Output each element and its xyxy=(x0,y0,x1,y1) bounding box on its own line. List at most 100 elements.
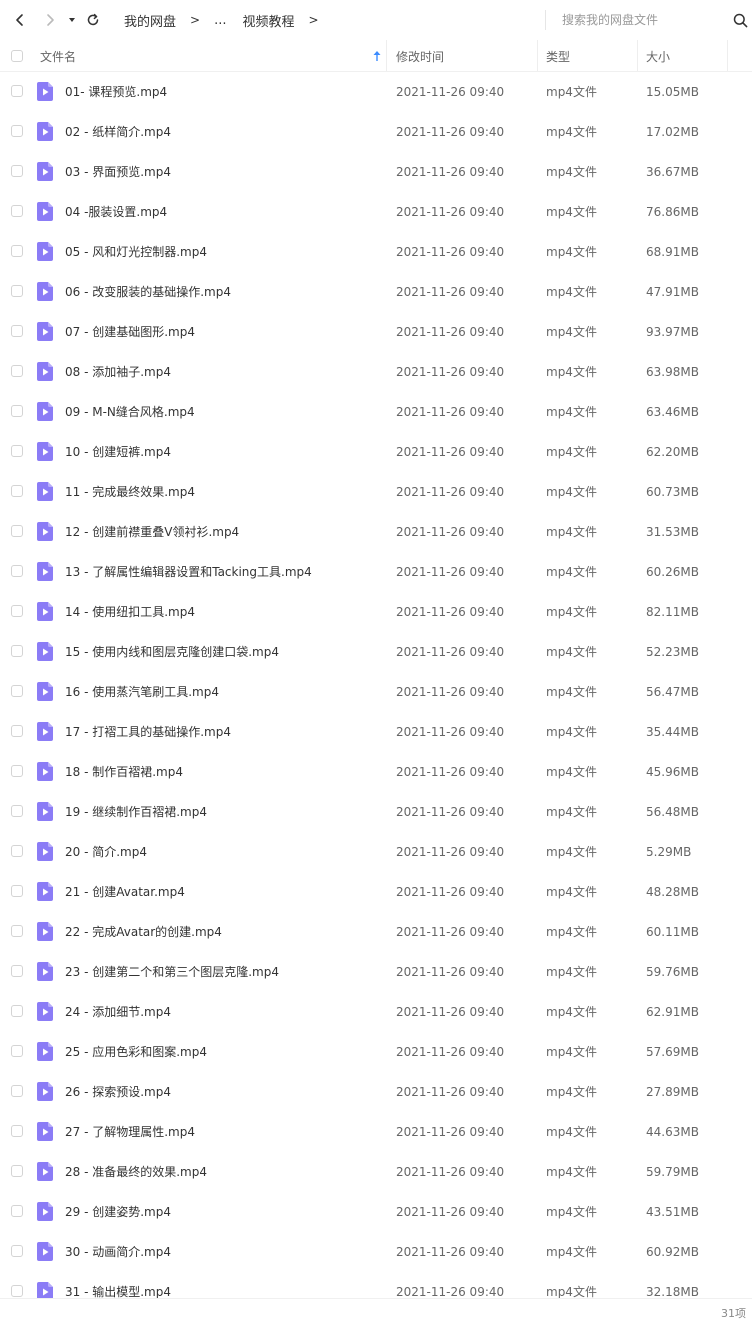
file-name[interactable]: 17 - 打褶工具的基础操作.mp4 xyxy=(65,712,231,752)
breadcrumb-ellipsis[interactable]: ... xyxy=(214,13,226,28)
file-name[interactable]: 19 - 继续制作百褶裙.mp4 xyxy=(65,792,207,832)
search-button[interactable] xyxy=(730,10,750,30)
history-dropdown-button[interactable] xyxy=(62,8,82,32)
row-checkbox[interactable] xyxy=(11,525,23,537)
file-name[interactable]: 09 - M-N缝合风格.mp4 xyxy=(65,392,195,432)
row-checkbox[interactable] xyxy=(11,285,23,297)
file-row[interactable]: 31 - 输出模型.mp4 2021-11-26 09:40 mp4文件 32.… xyxy=(0,1272,752,1298)
file-name[interactable]: 14 - 使用纽扣工具.mp4 xyxy=(65,592,195,632)
file-row[interactable]: 21 - 创建Avatar.mp4 2021-11-26 09:40 mp4文件… xyxy=(0,872,752,912)
file-name[interactable]: 20 - 简介.mp4 xyxy=(65,832,147,872)
file-name[interactable]: 10 - 创建短裤.mp4 xyxy=(65,432,171,472)
row-checkbox[interactable] xyxy=(11,125,23,137)
row-checkbox[interactable] xyxy=(11,1005,23,1017)
file-row[interactable]: 18 - 制作百褶裙.mp4 2021-11-26 09:40 mp4文件 45… xyxy=(0,752,752,792)
row-checkbox[interactable] xyxy=(11,805,23,817)
row-checkbox[interactable] xyxy=(11,565,23,577)
column-divider[interactable] xyxy=(537,40,538,72)
file-row[interactable]: 30 - 动画简介.mp4 2021-11-26 09:40 mp4文件 60.… xyxy=(0,1232,752,1272)
breadcrumb-root[interactable]: 我的网盘 xyxy=(124,11,176,30)
file-row[interactable]: 05 - 风和灯光控制器.mp4 2021-11-26 09:40 mp4文件 … xyxy=(0,232,752,272)
file-name[interactable]: 08 - 添加袖子.mp4 xyxy=(65,352,171,392)
file-name[interactable]: 21 - 创建Avatar.mp4 xyxy=(65,872,185,912)
row-checkbox[interactable] xyxy=(11,885,23,897)
file-name[interactable]: 04 -服装设置.mp4 xyxy=(65,192,167,232)
row-checkbox[interactable] xyxy=(11,1285,23,1297)
file-row[interactable]: 02 - 纸样简介.mp4 2021-11-26 09:40 mp4文件 17.… xyxy=(0,112,752,152)
file-row[interactable]: 28 - 准备最终的效果.mp4 2021-11-26 09:40 mp4文件 … xyxy=(0,1152,752,1192)
file-row[interactable]: 07 - 创建基础图形.mp4 2021-11-26 09:40 mp4文件 9… xyxy=(0,312,752,352)
row-checkbox[interactable] xyxy=(11,765,23,777)
file-row[interactable]: 08 - 添加袖子.mp4 2021-11-26 09:40 mp4文件 63.… xyxy=(0,352,752,392)
file-name[interactable]: 30 - 动画简介.mp4 xyxy=(65,1232,171,1272)
file-row[interactable]: 26 - 探索预设.mp4 2021-11-26 09:40 mp4文件 27.… xyxy=(0,1072,752,1112)
refresh-button[interactable] xyxy=(81,8,105,32)
row-checkbox[interactable] xyxy=(11,485,23,497)
file-name[interactable]: 07 - 创建基础图形.mp4 xyxy=(65,312,195,352)
file-name[interactable]: 01- 课程预览.mp4 xyxy=(65,72,167,112)
row-checkbox[interactable] xyxy=(11,445,23,457)
file-name[interactable]: 22 - 完成Avatar的创建.mp4 xyxy=(65,912,222,952)
row-checkbox[interactable] xyxy=(11,1245,23,1257)
file-name[interactable]: 16 - 使用蒸汽笔刷工具.mp4 xyxy=(65,672,219,712)
file-row[interactable]: 24 - 添加细节.mp4 2021-11-26 09:40 mp4文件 62.… xyxy=(0,992,752,1032)
column-divider[interactable] xyxy=(637,40,638,72)
file-name[interactable]: 12 - 创建前襟重叠V领衬衫.mp4 xyxy=(65,512,239,552)
file-row[interactable]: 19 - 继续制作百褶裙.mp4 2021-11-26 09:40 mp4文件 … xyxy=(0,792,752,832)
back-button[interactable] xyxy=(8,8,32,32)
row-checkbox[interactable] xyxy=(11,1165,23,1177)
row-checkbox[interactable] xyxy=(11,1085,23,1097)
file-name[interactable]: 31 - 输出模型.mp4 xyxy=(65,1272,171,1298)
file-row[interactable]: 17 - 打褶工具的基础操作.mp4 2021-11-26 09:40 mp4文… xyxy=(0,712,752,752)
file-row[interactable]: 22 - 完成Avatar的创建.mp4 2021-11-26 09:40 mp… xyxy=(0,912,752,952)
row-checkbox[interactable] xyxy=(11,605,23,617)
row-checkbox[interactable] xyxy=(11,365,23,377)
row-checkbox[interactable] xyxy=(11,925,23,937)
row-checkbox[interactable] xyxy=(11,405,23,417)
file-name[interactable]: 13 - 了解属性编辑器设置和Tacking工具.mp4 xyxy=(65,552,312,592)
file-name[interactable]: 23 - 创建第二个和第三个图层克隆.mp4 xyxy=(65,952,279,992)
file-row[interactable]: 10 - 创建短裤.mp4 2021-11-26 09:40 mp4文件 62.… xyxy=(0,432,752,472)
column-header-size[interactable]: 大小 xyxy=(646,40,670,72)
file-name[interactable]: 27 - 了解物理属性.mp4 xyxy=(65,1112,195,1152)
file-name[interactable]: 28 - 准备最终的效果.mp4 xyxy=(65,1152,207,1192)
forward-button[interactable] xyxy=(38,8,62,32)
file-name[interactable]: 11 - 完成最终效果.mp4 xyxy=(65,472,195,512)
file-row[interactable]: 04 -服装设置.mp4 2021-11-26 09:40 mp4文件 76.8… xyxy=(0,192,752,232)
row-checkbox[interactable] xyxy=(11,1045,23,1057)
row-checkbox[interactable] xyxy=(11,165,23,177)
file-row[interactable]: 09 - M-N缝合风格.mp4 2021-11-26 09:40 mp4文件 … xyxy=(0,392,752,432)
row-checkbox[interactable] xyxy=(11,325,23,337)
file-row[interactable]: 03 - 界面预览.mp4 2021-11-26 09:40 mp4文件 36.… xyxy=(0,152,752,192)
row-checkbox[interactable] xyxy=(11,685,23,697)
file-name[interactable]: 15 - 使用内线和图层克隆创建口袋.mp4 xyxy=(65,632,279,672)
breadcrumb-separator[interactable]: > xyxy=(309,13,319,27)
file-row[interactable]: 23 - 创建第二个和第三个图层克隆.mp4 2021-11-26 09:40 … xyxy=(0,952,752,992)
column-header-modified[interactable]: 修改时间 xyxy=(396,40,444,72)
file-name[interactable]: 26 - 探索预设.mp4 xyxy=(65,1072,171,1112)
row-checkbox[interactable] xyxy=(11,205,23,217)
file-row[interactable]: 01- 课程预览.mp4 2021-11-26 09:40 mp4文件 15.0… xyxy=(0,72,752,112)
column-header-name[interactable]: 文件名 xyxy=(40,40,76,72)
file-row[interactable]: 29 - 创建姿势.mp4 2021-11-26 09:40 mp4文件 43.… xyxy=(0,1192,752,1232)
row-checkbox[interactable] xyxy=(11,965,23,977)
file-row[interactable]: 12 - 创建前襟重叠V领衬衫.mp4 2021-11-26 09:40 mp4… xyxy=(0,512,752,552)
file-row[interactable]: 25 - 应用色彩和图案.mp4 2021-11-26 09:40 mp4文件 … xyxy=(0,1032,752,1072)
file-row[interactable]: 11 - 完成最终效果.mp4 2021-11-26 09:40 mp4文件 6… xyxy=(0,472,752,512)
file-name[interactable]: 05 - 风和灯光控制器.mp4 xyxy=(65,232,207,272)
file-name[interactable]: 29 - 创建姿势.mp4 xyxy=(65,1192,171,1232)
file-row[interactable]: 20 - 简介.mp4 2021-11-26 09:40 mp4文件 5.29M… xyxy=(0,832,752,872)
file-row[interactable]: 15 - 使用内线和图层克隆创建口袋.mp4 2021-11-26 09:40 … xyxy=(0,632,752,672)
search-input[interactable] xyxy=(562,5,722,35)
column-divider[interactable] xyxy=(386,40,387,72)
row-checkbox[interactable] xyxy=(11,725,23,737)
column-header-type[interactable]: 类型 xyxy=(546,40,570,72)
file-row[interactable]: 06 - 改变服装的基础操作.mp4 2021-11-26 09:40 mp4文… xyxy=(0,272,752,312)
row-checkbox[interactable] xyxy=(11,1205,23,1217)
file-name[interactable]: 03 - 界面预览.mp4 xyxy=(65,152,171,192)
breadcrumb-current[interactable]: 视频教程 xyxy=(242,11,294,30)
file-name[interactable]: 25 - 应用色彩和图案.mp4 xyxy=(65,1032,207,1072)
row-checkbox[interactable] xyxy=(11,85,23,97)
file-name[interactable]: 24 - 添加细节.mp4 xyxy=(65,992,171,1032)
file-row[interactable]: 16 - 使用蒸汽笔刷工具.mp4 2021-11-26 09:40 mp4文件… xyxy=(0,672,752,712)
